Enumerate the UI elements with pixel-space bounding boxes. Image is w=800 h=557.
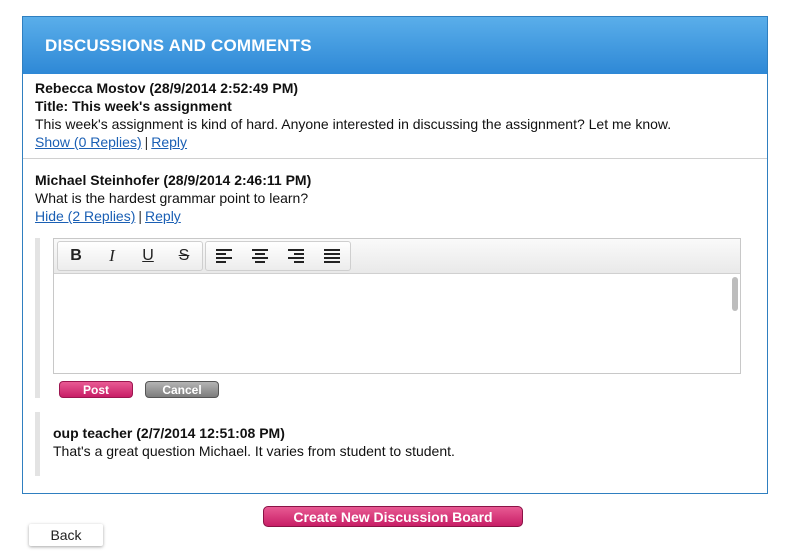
post-button[interactable]: Post: [59, 381, 133, 398]
align-center-button[interactable]: [242, 242, 278, 270]
align-justify-icon: [324, 249, 340, 263]
post-actions: Show (0 Replies) | Reply: [35, 133, 755, 151]
cancel-button[interactable]: Cancel: [145, 381, 219, 398]
strikethrough-button[interactable]: S: [166, 242, 202, 270]
editor-text-area[interactable]: [54, 274, 740, 373]
post-title: Title: This week's assignment: [35, 98, 232, 114]
align-left-button[interactable]: [206, 242, 242, 270]
reply-post: oup teacher (2/7/2014 12:51:08 PM) That'…: [35, 412, 767, 476]
align-right-icon: [288, 249, 304, 263]
post-author: Michael Steinhofer (28/9/2014 2:46:11 PM…: [35, 172, 312, 188]
link-separator: |: [144, 134, 149, 150]
back-button[interactable]: Back: [29, 524, 103, 546]
post-actions: Hide (2 Replies) | Reply: [35, 207, 755, 225]
bold-button[interactable]: B: [58, 242, 94, 270]
editor-scrollbar[interactable]: [732, 277, 738, 311]
align-justify-button[interactable]: [314, 242, 350, 270]
italic-button[interactable]: I: [94, 242, 130, 270]
reply-body: That's a great question Michael. It vari…: [53, 443, 455, 459]
rich-text-editor: B I U S: [53, 238, 741, 374]
align-right-button[interactable]: [278, 242, 314, 270]
reply-link[interactable]: Reply: [145, 208, 181, 224]
reply-author: oup teacher (2/7/2014 12:51:08 PM): [53, 425, 285, 441]
align-left-icon: [216, 249, 232, 263]
discussion-panel: DISCUSSIONS AND COMMENTS Rebecca Mostov …: [22, 16, 768, 494]
post-author: Rebecca Mostov (28/9/2014 2:52:49 PM): [35, 80, 299, 96]
align-button-group: [205, 241, 351, 271]
link-separator: |: [138, 208, 143, 224]
underline-button[interactable]: U: [130, 242, 166, 270]
reply-link[interactable]: Reply: [151, 134, 187, 150]
post-body: This week's assignment is kind of hard. …: [35, 116, 672, 132]
create-discussion-board-button[interactable]: Create New Discussion Board: [263, 506, 523, 527]
discussion-post: Michael Steinhofer (28/9/2014 2:46:11 PM…: [23, 159, 767, 225]
panel-title: DISCUSSIONS AND COMMENTS: [45, 35, 312, 55]
show-replies-link[interactable]: Show (0 Replies): [35, 134, 142, 150]
editor-actions: Post Cancel: [59, 381, 767, 398]
post-body: What is the hardest grammar point to lea…: [35, 190, 309, 206]
align-center-icon: [252, 249, 268, 263]
discussion-post: Rebecca Mostov (28/9/2014 2:52:49 PM) Ti…: [23, 74, 767, 151]
editor-toolbar: B I U S: [54, 239, 740, 274]
hide-replies-link[interactable]: Hide (2 Replies): [35, 208, 135, 224]
format-button-group: B I U S: [57, 241, 203, 271]
panel-header: DISCUSSIONS AND COMMENTS: [23, 17, 767, 74]
reply-editor-container: B I U S Post Cancel: [35, 238, 767, 398]
